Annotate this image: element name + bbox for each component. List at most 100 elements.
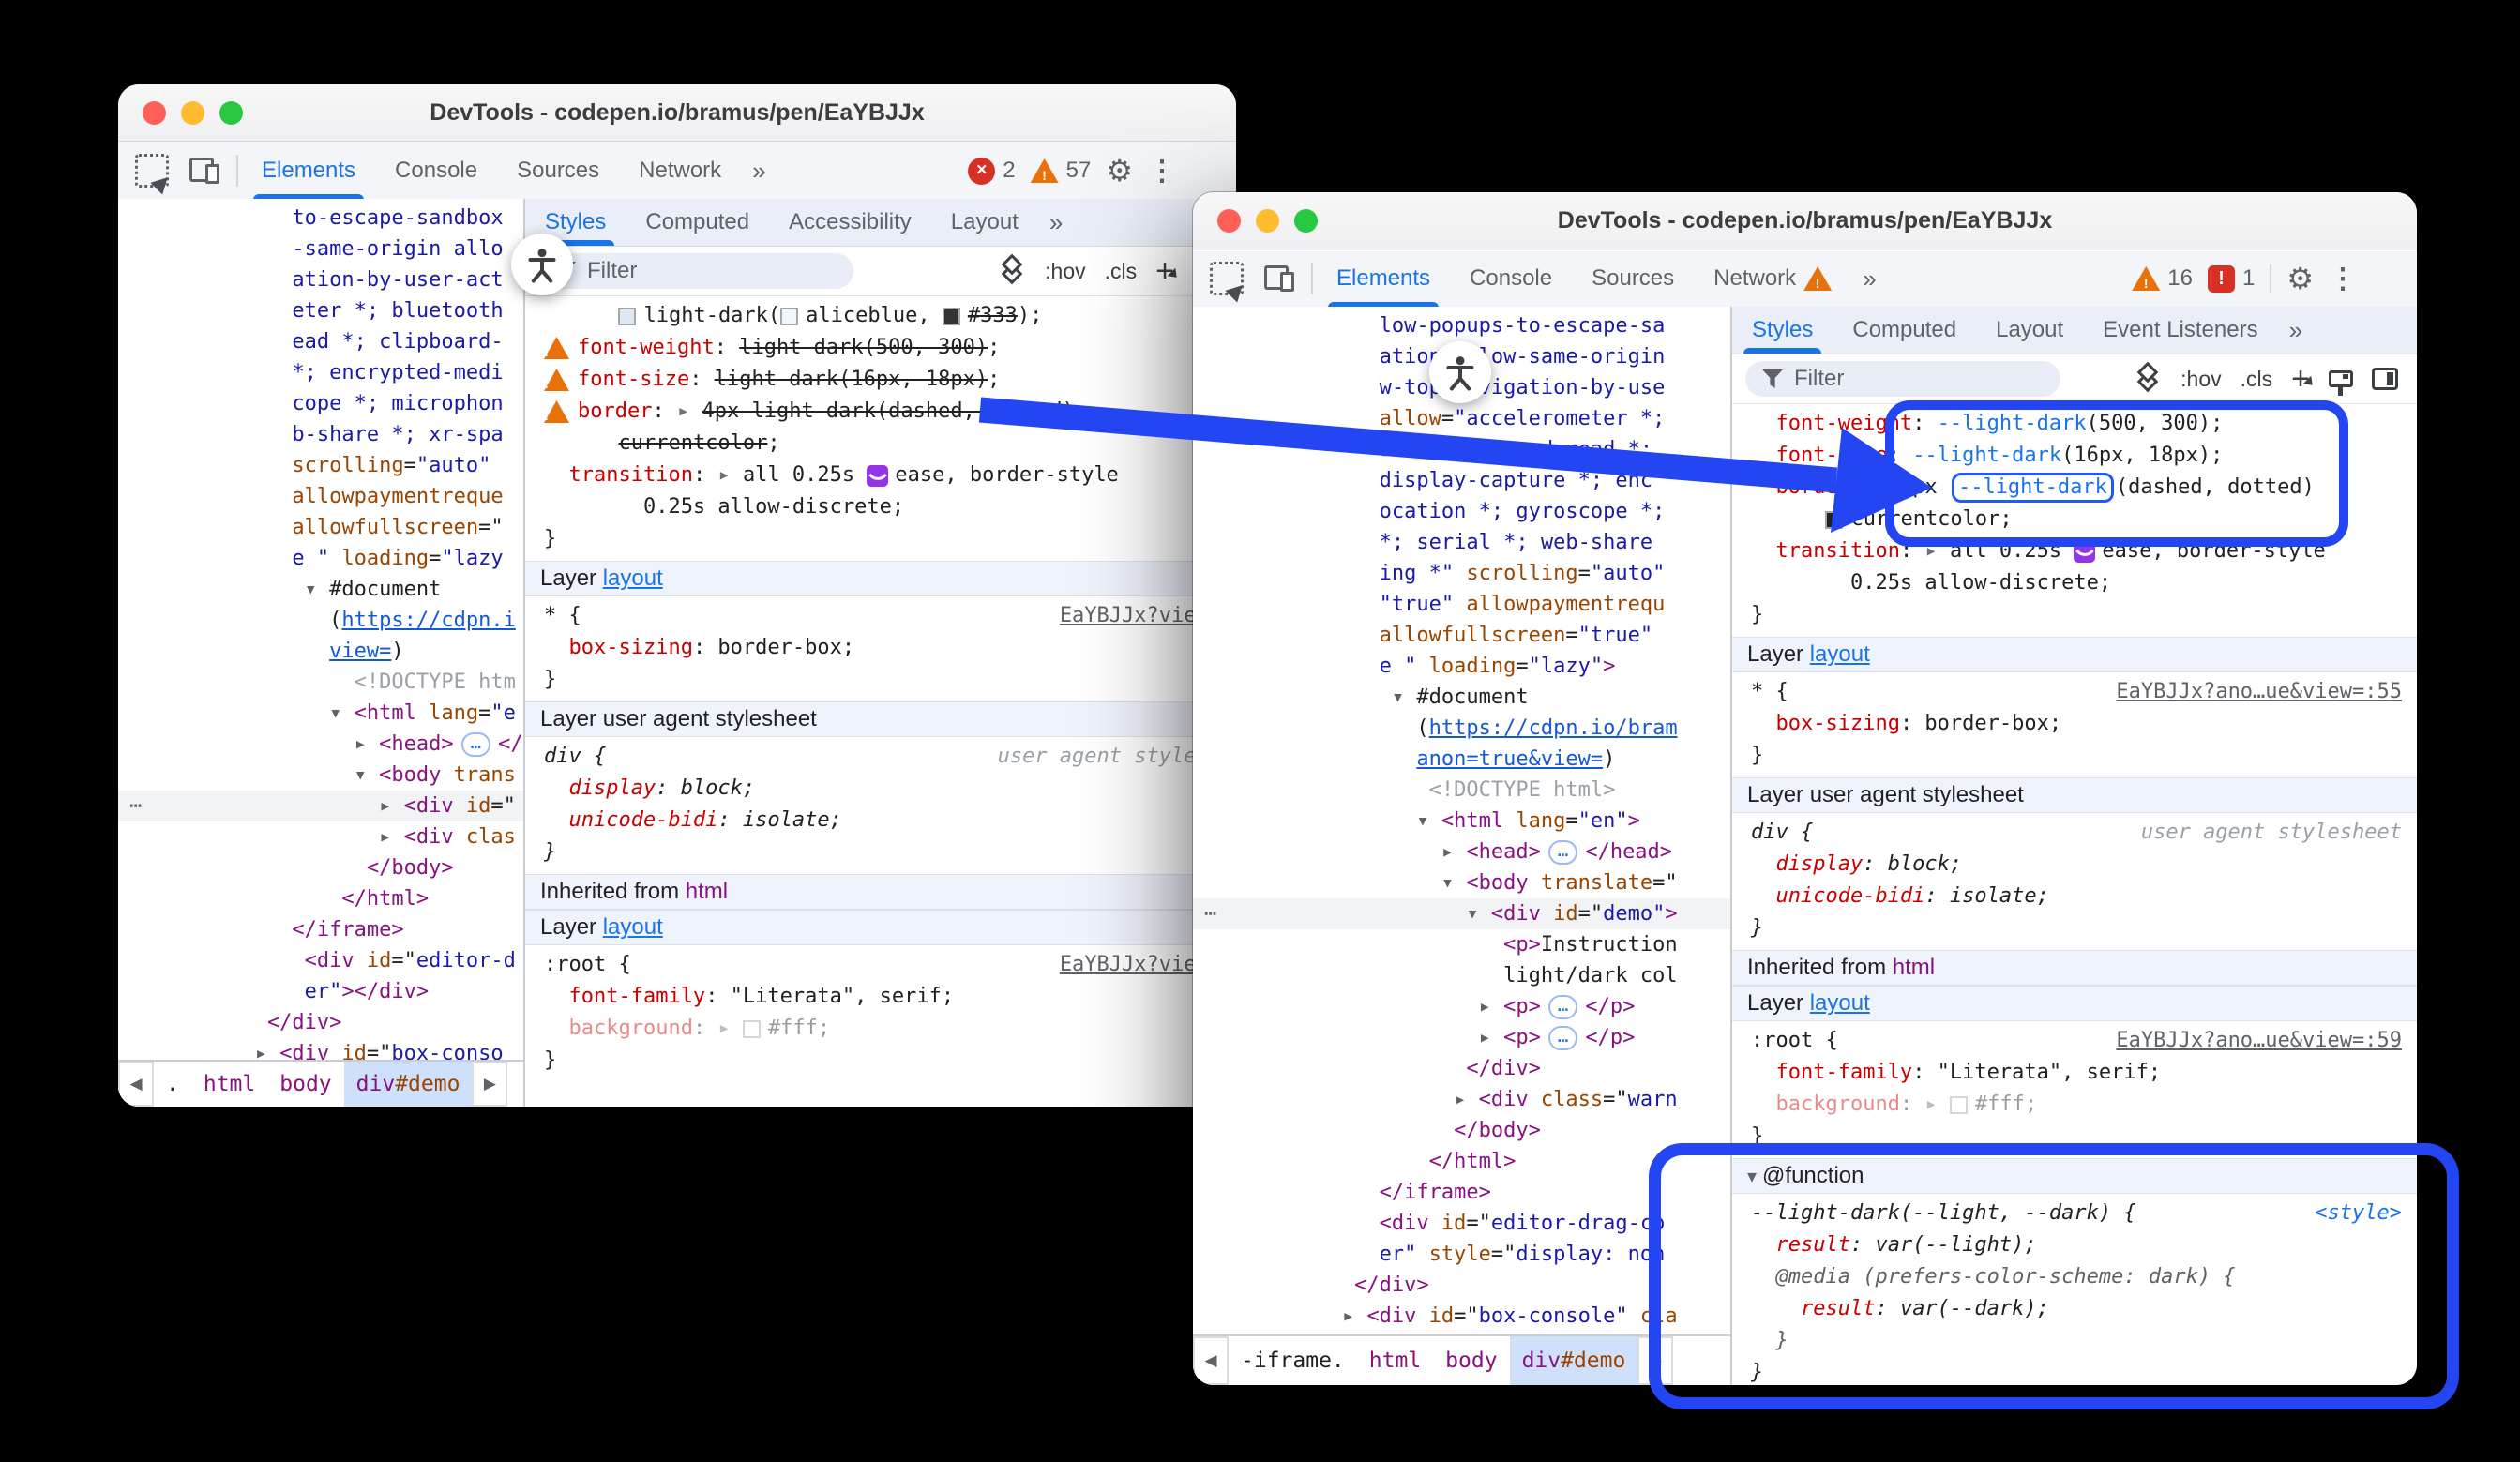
style-line[interactable]: } xyxy=(1751,1121,2402,1153)
tree-line[interactable]: </body> xyxy=(1193,1115,1730,1146)
section-header[interactable]: Inherited from html xyxy=(525,874,1236,910)
cls-toggle[interactable]: .cls xyxy=(2241,367,2273,392)
tree-line[interactable]: allow="accelerometer *; xyxy=(1193,403,1730,434)
tree-line[interactable]: allowfullscreen="true" xyxy=(1193,620,1730,651)
tree-line[interactable]: low-popups-to-escape-sa xyxy=(1193,310,1730,341)
tree-line[interactable]: ▸ <div id="box-console" cla xyxy=(1193,1301,1730,1332)
style-line[interactable]: div {user agent stylesheet xyxy=(1751,817,2402,849)
tree-line[interactable]: ▸ <div clas xyxy=(118,821,523,852)
warning-badge-icon[interactable]: ! xyxy=(2132,266,2160,291)
tree-line[interactable]: allowpaymentreque xyxy=(118,481,523,512)
style-line[interactable]: box-sizing: border-box; xyxy=(544,632,1221,664)
tab-console[interactable]: Console xyxy=(375,142,497,200)
tree-line[interactable]: ocation *; gyroscope *; xyxy=(1193,496,1730,527)
tree-line[interactable]: ead *; clipboard- xyxy=(118,326,523,357)
tree-line[interactable]: </div> xyxy=(1193,1053,1730,1084)
tree-line[interactable]: ▸ <div id="box-conso xyxy=(118,1038,523,1060)
style-line[interactable]: } xyxy=(1751,1325,2402,1357)
tree-line[interactable]: eter *; bluetooth xyxy=(118,295,523,326)
breadcrumb-item[interactable]: body xyxy=(1433,1336,1509,1385)
style-line[interactable]: box-sizing: border-box; xyxy=(1751,708,2402,740)
style-line[interactable]: * {EaYBJJx?view= xyxy=(544,600,1221,632)
style-line[interactable]: unicode-bidi: isolate; xyxy=(1751,881,2402,912)
breadcrumb-item[interactable]: div#demo xyxy=(1510,1336,1638,1385)
tree-line[interactable]: (https://cdpn.io/bram xyxy=(1193,713,1730,744)
style-line[interactable]: div {user agent stylesh xyxy=(544,741,1221,773)
tree-line[interactable]: -same-origin allo xyxy=(118,234,523,264)
tab-console[interactable]: Console xyxy=(1450,249,1572,308)
error-badge-icon[interactable]: × xyxy=(968,158,995,185)
tab-elements[interactable]: Elements xyxy=(1317,249,1450,308)
style-line[interactable]: result: var(--dark); xyxy=(1751,1293,2402,1325)
tree-line[interactable]: b-share *; xr-spa xyxy=(118,419,523,450)
style-line[interactable]: background: ▸ #fff; xyxy=(1751,1089,2402,1121)
titlebar[interactable]: DevTools - codepen.io/bramus/pen/EaYBJJx xyxy=(1193,192,2417,249)
breadcrumb-item[interactable]: div#demo xyxy=(344,1062,473,1107)
style-line[interactable]: transition: ▸ all 0.25s ease, border-sty… xyxy=(544,460,1221,491)
tab-layout[interactable]: Layout xyxy=(931,199,1038,246)
style-line[interactable]: font-size: --light-dark(16px, 18px); xyxy=(1751,440,2402,472)
breadcrumb-item[interactable]: html xyxy=(1357,1336,1433,1385)
tab-accessibility[interactable]: Accessibility xyxy=(769,199,931,246)
section-header[interactable]: Layer user agent stylesheet xyxy=(1732,777,2417,813)
style-line[interactable]: !font-weight: light-dark(500, 300); xyxy=(544,332,1221,364)
tree-line[interactable]: <div id="editor-drag-co xyxy=(1193,1208,1730,1239)
style-line[interactable]: } xyxy=(544,664,1221,696)
style-line[interactable]: 0.25s allow-discrete; xyxy=(1751,567,2402,599)
tree-line[interactable]: ▸ <head>…</h xyxy=(118,729,523,760)
tree-line[interactable]: ⋯▾ <div id="demo"> xyxy=(1193,898,1730,929)
rule-source-link[interactable]: user agent stylesheet xyxy=(2126,817,2402,849)
style-line[interactable]: :root {EaYBJJx?ano…ue&view=:59 xyxy=(1751,1025,2402,1057)
tree-line[interactable]: ing *" scrolling="auto" xyxy=(1193,558,1730,589)
tree-line[interactable]: </div> xyxy=(118,1007,523,1038)
style-line[interactable]: font-family: "Literata", serif; xyxy=(544,981,1221,1013)
cls-toggle[interactable]: .cls xyxy=(1105,259,1138,284)
style-line[interactable]: background: ▸ #fff; xyxy=(544,1013,1221,1045)
tree-line[interactable]: ▾ #document xyxy=(118,574,523,605)
tab-elements[interactable]: Elements xyxy=(242,142,375,200)
tree-line[interactable]: ⋯▸ <div id=" xyxy=(118,791,523,821)
tree-line[interactable]: er"></div> xyxy=(118,976,523,1007)
rule-source-link[interactable]: EaYBJJx?ano…ue&view=:59 xyxy=(2101,1025,2402,1057)
element-states-icon[interactable] xyxy=(1000,257,1026,285)
tree-line[interactable]: anon=true&view=) xyxy=(1193,744,1730,775)
tree-line[interactable]: <p>Instruction xyxy=(1193,929,1730,960)
section-header[interactable]: Inherited from html xyxy=(1732,950,2417,986)
breadcrumb-forward-button[interactable]: ▶ xyxy=(472,1062,507,1107)
tree-line[interactable]: ▸ <p>…</p> xyxy=(1193,1022,1730,1053)
tree-line[interactable]: </html> xyxy=(1193,1146,1730,1177)
tree-line[interactable]: ▾ <html lang="en"> xyxy=(1193,806,1730,837)
style-line[interactable]: !border: ▸ 4px light-dark(dashed, dotted… xyxy=(544,396,1221,428)
style-line[interactable]: @media (prefers-color-scheme: dark) { xyxy=(1751,1261,2402,1293)
inspect-element-icon[interactable] xyxy=(1210,262,1244,295)
tree-line[interactable]: er" style="display: non xyxy=(1193,1239,1730,1270)
tree-line[interactable]: ▾ <body translate=" xyxy=(1193,867,1730,898)
row-more-icon[interactable]: ⋯ xyxy=(1204,898,1219,929)
tab-event-listeners[interactable]: Event Listeners xyxy=(2083,307,2277,354)
tree-line[interactable]: ▸ <p>…</p> xyxy=(1193,991,1730,1022)
settings-gear-icon[interactable]: ⚙ xyxy=(2286,261,2314,296)
style-line[interactable]: transition: ▸ all 0.25s ease, border-sty… xyxy=(1751,535,2402,567)
more-tabs-icon[interactable]: » xyxy=(1851,249,1885,308)
section-header[interactable]: Layer layout xyxy=(525,910,1236,945)
filter-input[interactable]: Filter xyxy=(1745,361,2060,397)
device-toolbar-icon[interactable] xyxy=(1264,265,1294,292)
device-toolbar-icon[interactable] xyxy=(189,158,219,184)
tab-sources[interactable]: Sources xyxy=(497,142,619,200)
element-states-icon[interactable] xyxy=(2135,365,2162,393)
kebab-menu-icon[interactable]: ⋮ xyxy=(1148,155,1176,188)
issues-badge-icon[interactable]: ! xyxy=(2208,265,2235,293)
hov-toggle[interactable]: :hov xyxy=(1045,259,1085,284)
style-line[interactable]: } xyxy=(1751,1357,2402,1385)
section-header[interactable]: Layer layout xyxy=(525,561,1236,596)
rendering-emulation-icon[interactable] xyxy=(2329,370,2353,387)
breadcrumb-item[interactable]: -iframe. xyxy=(1229,1336,1357,1385)
tree-line[interactable]: </div> xyxy=(1193,1270,1730,1301)
titlebar[interactable]: DevTools - codepen.io/bramus/pen/EaYBJJx xyxy=(118,84,1236,142)
more-sidebar-tabs-icon[interactable]: » xyxy=(2278,307,2312,354)
style-line[interactable]: !font-size: light-dark(16px, 18px); xyxy=(544,364,1221,396)
style-line[interactable]: } xyxy=(1751,740,2402,772)
style-line[interactable]: } xyxy=(1751,912,2402,944)
tree-line[interactable]: ▾ <body trans xyxy=(118,760,523,791)
tree-line[interactable]: <!DOCTYPE html> xyxy=(1193,775,1730,806)
